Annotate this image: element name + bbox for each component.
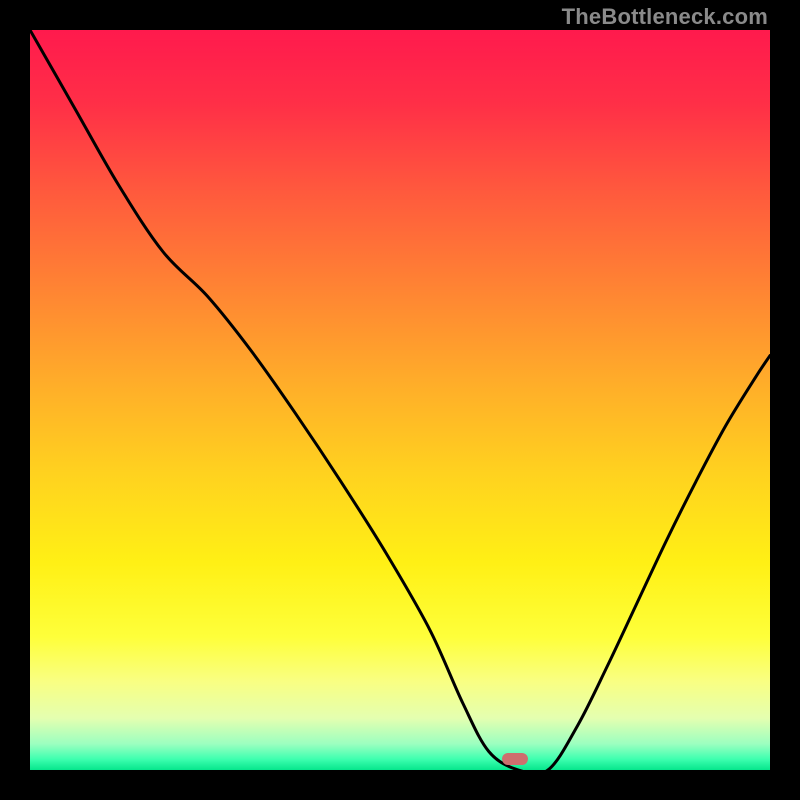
watermark-text: TheBottleneck.com [562,4,768,30]
chart-frame: TheBottleneck.com [0,0,800,800]
bottleneck-curve [30,30,770,770]
optimal-marker [502,753,528,765]
plot-area [30,30,770,770]
